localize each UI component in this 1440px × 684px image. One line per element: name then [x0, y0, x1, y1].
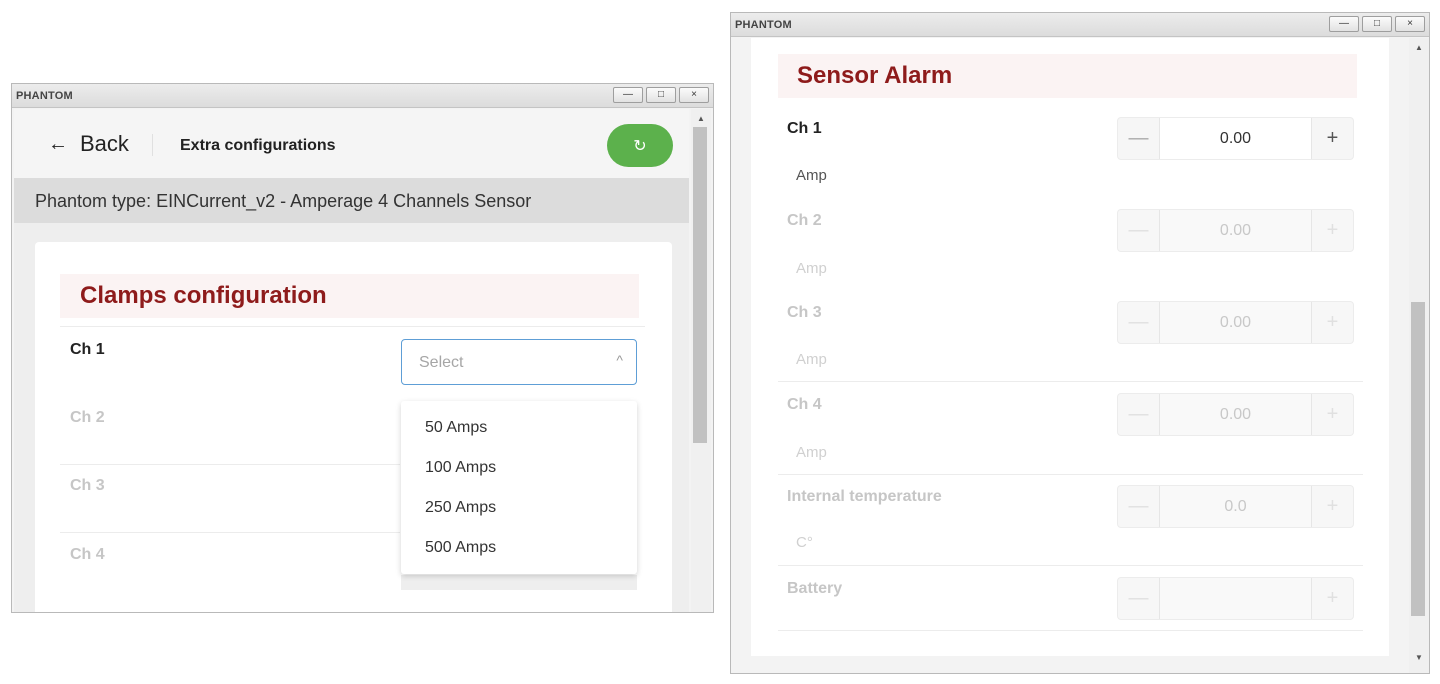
channel-label-4: Ch 4 — [70, 546, 105, 563]
increment-button[interactable]: + — [1311, 578, 1353, 619]
stepper-internal-temperature: — 0.0 + — [1117, 485, 1354, 528]
stepper-ch3: — 0.00 + — [1117, 301, 1354, 344]
field-label-ch4: Ch 4 — [787, 396, 822, 413]
decrement-button[interactable]: — — [1118, 486, 1160, 527]
option-250-amps[interactable]: 250 Amps — [425, 499, 496, 517]
field-label-ch3: Ch 3 — [787, 304, 822, 321]
stepper-battery: — + — [1117, 577, 1354, 620]
sensor-alarm-window: PHANTOM — □ × Sensor Alarm Ch 1 — 0.00 +… — [730, 12, 1430, 674]
page-title: Extra configurations — [180, 137, 336, 154]
refresh-button[interactable]: ↻ — [607, 124, 673, 167]
decrement-button[interactable]: — — [1118, 302, 1160, 343]
window-title: PHANTOM — [16, 90, 73, 102]
scroll-up-icon[interactable]: ▲ — [691, 114, 711, 123]
unit-label: Amp — [796, 167, 827, 184]
section-header: Clamps configuration — [60, 274, 639, 318]
refresh-icon: ↻ — [633, 137, 647, 155]
increment-button[interactable]: + — [1311, 118, 1353, 159]
value-input[interactable]: 0.00 — [1160, 210, 1311, 251]
unit-label: C° — [796, 534, 813, 551]
value-input[interactable]: 0.00 — [1160, 302, 1311, 343]
section-title: Sensor Alarm — [797, 62, 953, 89]
close-button[interactable]: × — [679, 87, 709, 103]
increment-button[interactable]: + — [1311, 302, 1353, 343]
maximize-button[interactable]: □ — [1362, 16, 1392, 32]
scroll-thumb[interactable] — [1411, 302, 1425, 616]
divider — [778, 630, 1363, 631]
divider — [60, 532, 400, 533]
field-label-battery: Battery — [787, 580, 843, 597]
vertical-scrollbar[interactable]: ▲ ▼ — [1409, 38, 1429, 673]
scroll-down-icon[interactable]: ▼ — [1409, 653, 1429, 662]
increment-button[interactable]: + — [1311, 210, 1353, 251]
section-header: Sensor Alarm — [778, 54, 1357, 98]
stepper-ch4: — 0.00 + — [1117, 393, 1354, 436]
header-bar: ← Back Extra configurations ↻ — [14, 109, 689, 178]
scroll-up-icon[interactable]: ▲ — [1409, 43, 1429, 52]
field-label-internal-temperature: Internal temperature — [787, 488, 942, 505]
channel-label-1: Ch 1 — [70, 341, 105, 358]
window-title: PHANTOM — [735, 19, 792, 31]
close-button[interactable]: × — [1395, 16, 1425, 32]
option-50-amps[interactable]: 50 Amps — [425, 419, 487, 437]
maximize-button[interactable]: □ — [646, 87, 676, 103]
clamps-card: Clamps configuration Ch 1 Select ^ Ch 2 … — [35, 242, 672, 612]
decrement-button[interactable]: — — [1118, 578, 1160, 619]
select-placeholder: Select — [419, 354, 464, 371]
value-input[interactable] — [1160, 578, 1311, 619]
value-input[interactable]: 0.0 — [1160, 486, 1311, 527]
stepper-ch1: — 0.00 + — [1117, 117, 1354, 160]
scroll-thumb[interactable] — [693, 127, 707, 443]
value-input[interactable]: 0.00 — [1160, 118, 1311, 159]
divider — [778, 381, 1363, 382]
decrement-button[interactable]: — — [1118, 394, 1160, 435]
section-title: Clamps configuration — [80, 282, 327, 309]
select-ch4-partial[interactable] — [401, 575, 637, 590]
vertical-scrollbar[interactable]: ▲ — [691, 109, 711, 612]
unit-label: Amp — [796, 444, 827, 461]
option-100-amps[interactable]: 100 Amps — [425, 459, 496, 477]
channel-label-3: Ch 3 — [70, 477, 105, 494]
header-divider — [152, 134, 153, 156]
option-500-amps[interactable]: 500 Amps — [425, 539, 496, 557]
increment-button[interactable]: + — [1311, 486, 1353, 527]
arrow-left-icon: ← — [48, 133, 68, 155]
title-bar[interactable]: PHANTOM — □ × — [731, 13, 1429, 37]
amps-dropdown-menu: 50 Amps 100 Amps 250 Amps 500 Amps — [401, 401, 637, 574]
divider — [60, 326, 645, 327]
back-button[interactable]: ← Back — [48, 131, 129, 157]
minimize-button[interactable]: — — [1329, 16, 1359, 32]
channel-label-2: Ch 2 — [70, 409, 105, 426]
window-content: ← Back Extra configurations ↻ Phantom ty… — [14, 109, 689, 612]
unit-label: Amp — [796, 351, 827, 368]
chevron-up-icon: ^ — [616, 352, 623, 368]
divider — [778, 474, 1363, 475]
clamp-select-ch1[interactable]: Select ^ — [401, 339, 637, 385]
back-label: Back — [80, 131, 129, 156]
divider — [778, 565, 1363, 566]
field-label-ch1: Ch 1 — [787, 120, 822, 137]
minimize-button[interactable]: — — [613, 87, 643, 103]
increment-button[interactable]: + — [1311, 394, 1353, 435]
field-label-ch2: Ch 2 — [787, 212, 822, 229]
value-input[interactable]: 0.00 — [1160, 394, 1311, 435]
window-content: Sensor Alarm Ch 1 — 0.00 + Amp Ch 2 — 0.… — [751, 38, 1389, 656]
phantom-type-label: Phantom type: EINCurrent_v2 - Amperage 4… — [35, 191, 532, 211]
stepper-ch2: — 0.00 + — [1117, 209, 1354, 252]
unit-label: Amp — [796, 260, 827, 277]
decrement-button[interactable]: — — [1118, 118, 1160, 159]
title-bar[interactable]: PHANTOM — □ × — [12, 84, 713, 108]
decrement-button[interactable]: — — [1118, 210, 1160, 251]
extra-config-window: PHANTOM — □ × ← Back Extra configuration… — [11, 83, 714, 613]
divider — [60, 464, 400, 465]
phantom-type-bar: Phantom type: EINCurrent_v2 - Amperage 4… — [14, 178, 689, 223]
